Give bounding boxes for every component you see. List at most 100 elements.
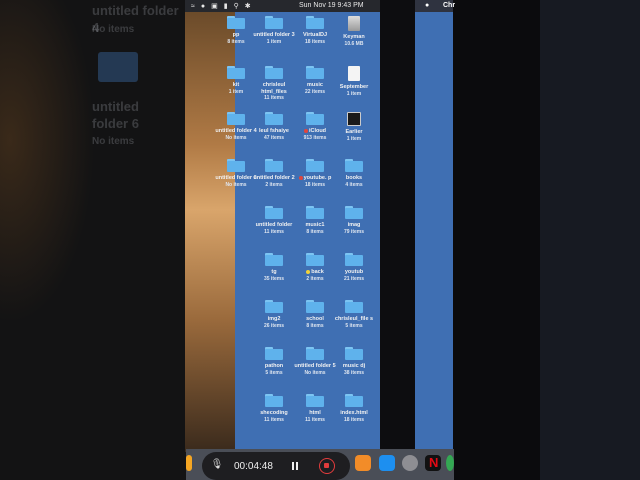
desktop-item[interactable]: youtub 21 items	[331, 253, 377, 282]
folder-icon	[227, 112, 245, 125]
battery-icon[interactable]: ▮	[224, 2, 228, 10]
item-count: 35 items	[263, 275, 284, 282]
folder-icon	[345, 159, 363, 172]
folder-icon	[265, 206, 283, 219]
desktop-item[interactable]: untitled folder 11 items	[251, 206, 297, 235]
desktop-item[interactable]: pathon 5 items	[251, 347, 297, 376]
item-count: 11 items	[264, 228, 284, 235]
ghost-folder-count: No items	[92, 24, 135, 35]
folder-icon	[345, 347, 363, 360]
item-count: 11 items	[264, 95, 284, 101]
folder-icon	[345, 253, 363, 266]
desktop-item[interactable]: Earlier 1 item	[331, 112, 377, 142]
folder-icon	[306, 206, 324, 219]
desktop-item[interactable]: Keyman 10.6 MB	[331, 16, 377, 47]
system-settings-icon[interactable]	[402, 455, 418, 471]
desktop-item[interactable]: chrisleul_file s5 items	[331, 300, 377, 329]
item-count: 11 items	[264, 416, 284, 423]
folder-icon	[345, 300, 363, 313]
blurred-wallpaper	[0, 0, 186, 480]
folder-icon	[306, 394, 324, 407]
desktop-item[interactable]: img2 26 items	[251, 300, 297, 329]
item-count: 1 item	[346, 90, 362, 97]
item-count: 4 items	[345, 181, 363, 188]
dock-app-icon[interactable]	[186, 455, 192, 471]
folder-icon	[265, 112, 283, 125]
folder-icon	[265, 66, 283, 79]
user-icon[interactable]: ●	[201, 3, 205, 10]
tag-dot-icon	[298, 175, 303, 180]
desktop-item[interactable]: books 4 items	[331, 159, 377, 188]
ghost-folder-label: untitled folder 6	[92, 99, 139, 131]
folder-icon	[306, 16, 324, 29]
file-icon	[347, 112, 361, 126]
item-count: 79 items	[343, 228, 364, 235]
desktop-item[interactable]: imag 79 items	[331, 206, 377, 235]
bluetooth-icon[interactable]: ✱	[245, 2, 251, 10]
item-count: 1 item	[266, 38, 282, 45]
desktop-item[interactable]: leul fshaiye 47 items	[251, 112, 297, 141]
document-icon	[348, 66, 360, 81]
folder-icon	[265, 253, 283, 266]
apple-icon: ●	[425, 2, 430, 9]
folder-icon	[306, 253, 324, 266]
desktop-item[interactable]: chrisleul html_files 11 items	[251, 66, 297, 101]
folder-icon	[227, 159, 245, 172]
folder-icon	[306, 347, 324, 360]
item-name: chrisleul html_files	[261, 82, 287, 95]
item-name: untitled folder 2	[253, 175, 295, 181]
ghost-folder-icon	[98, 52, 138, 82]
folder-icon	[227, 66, 245, 79]
app-name: Chr	[443, 2, 456, 9]
item-count: 10.6 MB	[344, 40, 364, 47]
item-count: 18 items	[343, 416, 364, 423]
folder-icon	[265, 347, 283, 360]
ghost-folder-count: No items	[92, 136, 135, 147]
pause-button[interactable]	[288, 459, 302, 473]
right-desktop-edge	[415, 12, 453, 449]
item-count: 5 items	[345, 322, 363, 329]
app-store-icon[interactable]	[379, 455, 395, 471]
folder-icon	[265, 394, 283, 407]
control-center-icon[interactable]: ▣	[211, 2, 218, 10]
books-app-icon[interactable]	[355, 455, 371, 471]
desktop-item[interactable]: index.html 18 items	[331, 394, 377, 423]
chrome-icon[interactable]	[446, 455, 454, 471]
menu-bar: ≈ ● ▣ ▮ ⚲ ✱ Sun Nov 19 9:43 PM	[185, 0, 380, 12]
desktop-item[interactable]: music dj 38 items	[331, 347, 377, 376]
item-count: 47 items	[263, 134, 284, 141]
item-count: 5 items	[265, 369, 283, 376]
folder-icon	[345, 394, 363, 407]
tag-dot-icon	[306, 269, 311, 274]
item-count: 26 items	[263, 322, 284, 329]
desktop-item[interactable]: untitled folder 31 item	[251, 16, 297, 45]
desktop-item[interactable]: shecoding 11 items	[251, 394, 297, 423]
folder-icon	[306, 66, 324, 79]
item-count: 38 items	[343, 369, 364, 376]
blurred-background-left: untitled folder 4 No items untitled fold…	[0, 0, 186, 480]
background-strip	[452, 0, 540, 480]
item-count: 2 items	[265, 181, 283, 188]
stop-recording-button[interactable]	[319, 458, 335, 474]
item-name: untitled folder 3	[253, 32, 295, 38]
mac-screen: ≈ ● ▣ ▮ ⚲ ✱ Sun Nov 19 9:43 PM pp 8 items…	[185, 0, 380, 480]
folder-icon	[265, 300, 283, 313]
netflix-icon[interactable]: N	[425, 455, 441, 471]
desktop-item[interactable]: untitled folder 22 items	[251, 159, 297, 188]
clock[interactable]: Sun Nov 19 9:43 PM	[299, 2, 364, 9]
recording-timer: 00:04:48	[234, 461, 273, 472]
item-name: untitled folder	[255, 222, 293, 228]
background-right	[540, 0, 640, 480]
item-name: chrisleul_file s	[334, 316, 374, 322]
item-count: 21 items	[343, 275, 364, 282]
disk-image-icon	[348, 16, 360, 31]
wifi-icon[interactable]: ≈	[191, 3, 195, 10]
desktop-item[interactable]: September 1 item	[331, 66, 377, 97]
folder-icon	[265, 159, 283, 172]
desktop-item[interactable]: tg 35 items	[251, 253, 297, 282]
folder-icon	[306, 300, 324, 313]
search-icon[interactable]: ⚲	[234, 2, 239, 10]
folder-icon	[265, 16, 283, 29]
microphone-muted-icon[interactable]: 🎙	[210, 459, 224, 473]
right-menubar: ● Chr	[415, 0, 456, 12]
